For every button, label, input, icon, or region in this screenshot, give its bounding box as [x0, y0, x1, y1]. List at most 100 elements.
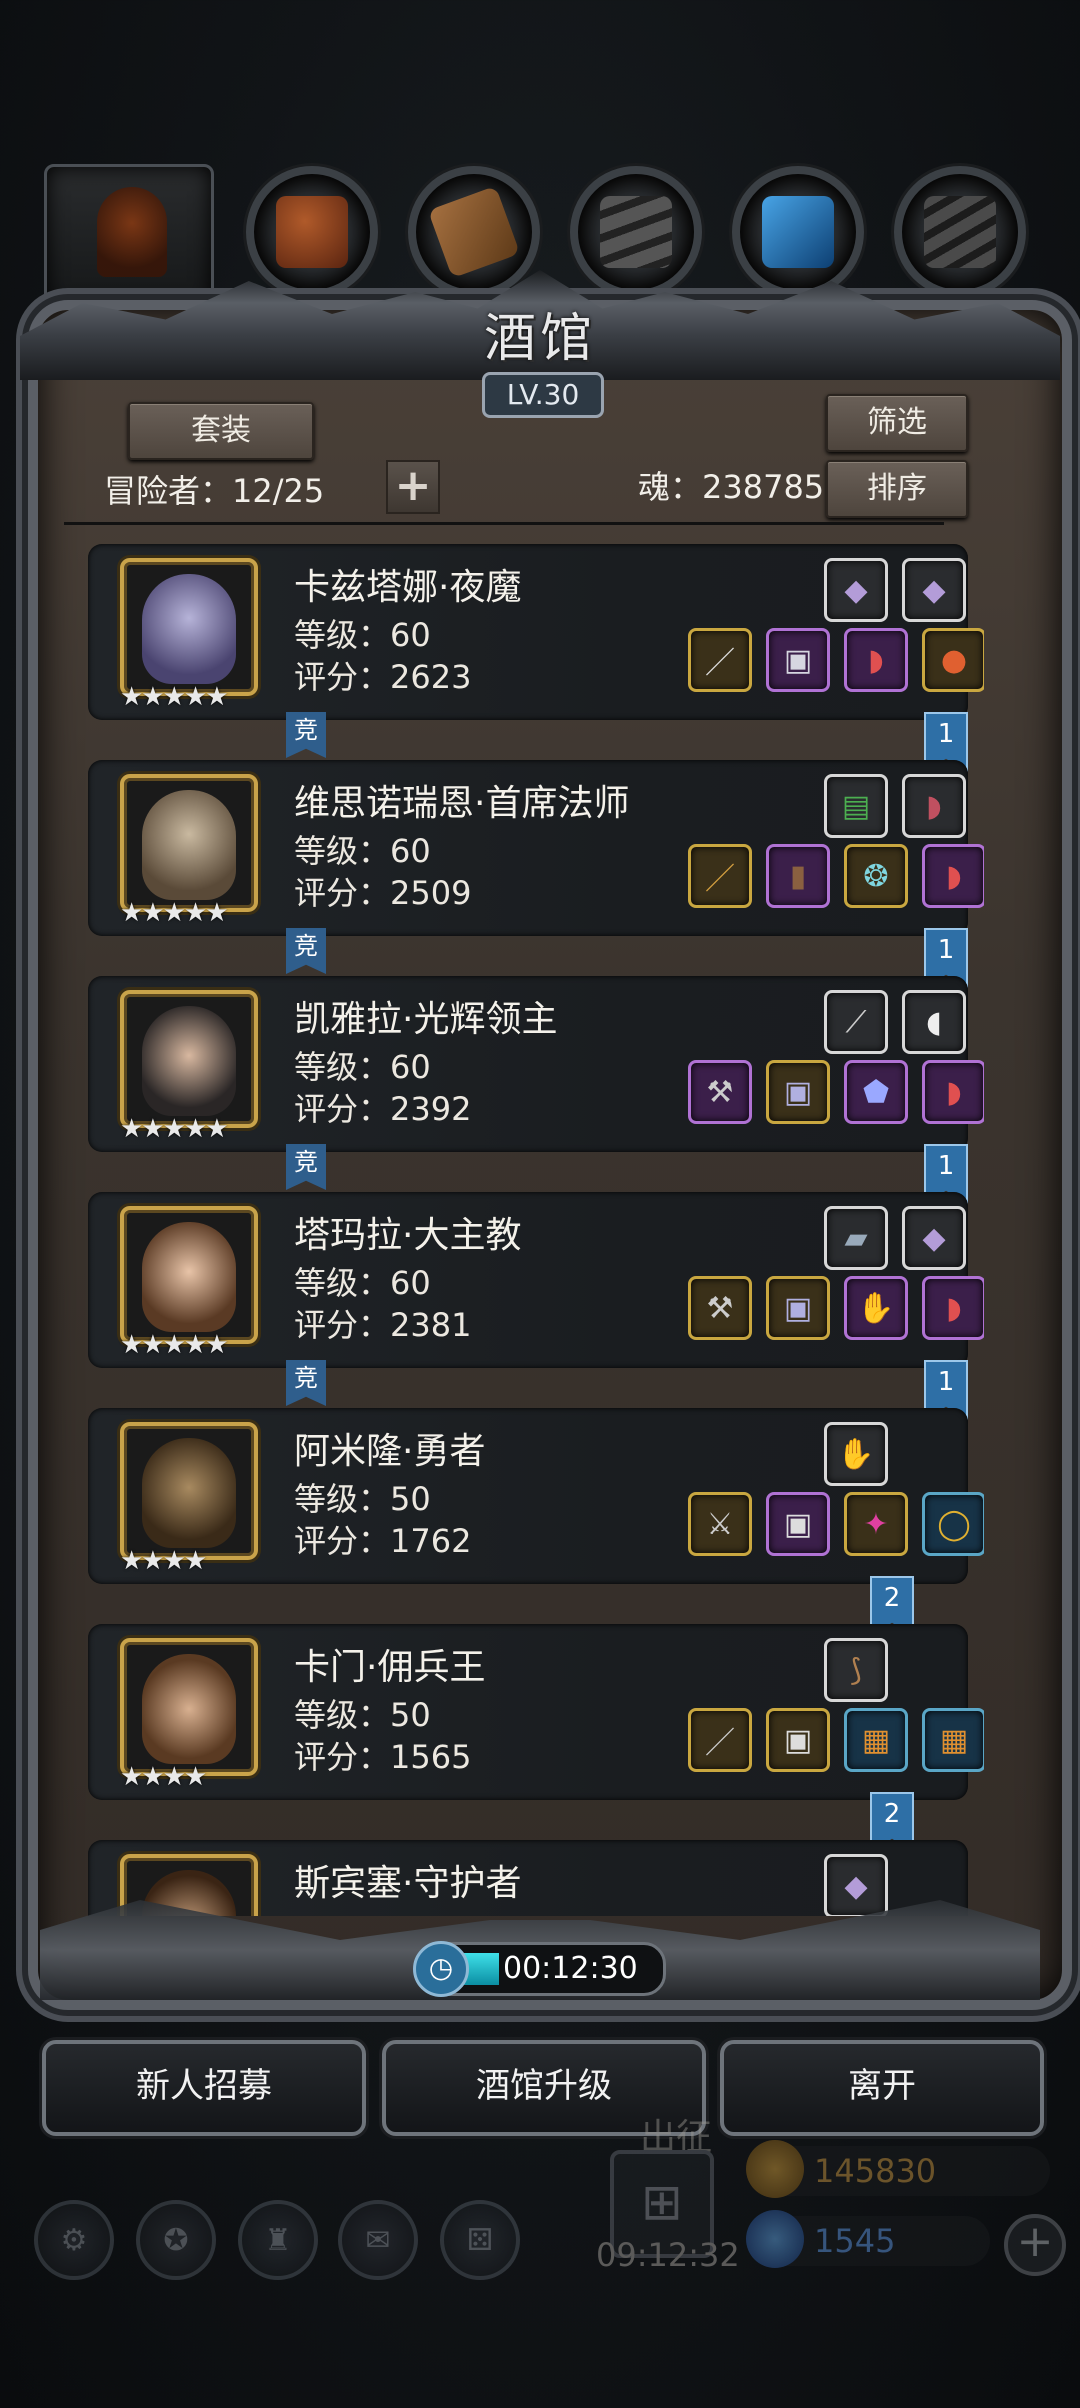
hero-name: 卡兹塔娜·夜魔	[294, 567, 522, 608]
accessory-slot[interactable]: ❂	[844, 844, 908, 908]
armor-slot[interactable]: ▣	[766, 1276, 830, 1340]
gem-icon	[746, 2210, 804, 2268]
star-rating: ★★★★★	[120, 1114, 229, 1144]
weapon-slot[interactable]: ⚒	[688, 1276, 752, 1340]
ring-slot[interactable]: ◯	[922, 1492, 984, 1556]
gloves-slot[interactable]: ✋	[824, 1422, 888, 1486]
armor-icon: ▣	[783, 1722, 813, 1758]
sort-button[interactable]: 排序	[826, 460, 968, 518]
star-rating: ★★★★★	[120, 898, 229, 928]
hero-score: 评分：2392	[294, 1090, 472, 1128]
dice-icon[interactable]: ⚄	[440, 2200, 520, 2280]
shield-slot[interactable]: ⬟	[844, 1060, 908, 1124]
hero-level: 等级：60	[294, 1048, 431, 1086]
weapon-slot[interactable]: ／	[688, 628, 752, 692]
helmet-slot[interactable]: ◗	[922, 1060, 984, 1124]
mail-icon[interactable]: ✉	[338, 2200, 418, 2280]
gem-slot[interactable]: ⟋	[824, 990, 888, 1054]
expand-capacity-button[interactable]: +	[386, 460, 440, 514]
hero-card[interactable]: ★★★★★ 凯雅拉·光辉领主 等级：60 评分：2392 ⟋ ◖ ⚒ ▣ ⬟ ◗	[88, 976, 984, 1152]
steel-icon	[924, 196, 996, 268]
tab-hero-category[interactable]	[44, 164, 214, 310]
armor-slot[interactable]: ▣	[766, 1060, 830, 1124]
tab-gear-iron[interactable]	[570, 166, 702, 298]
helmet-icon: ◗	[926, 788, 942, 824]
crystal-icon: ◆	[844, 1868, 868, 1904]
ring-icon: ●	[940, 642, 968, 678]
gloves-slot[interactable]: ✋	[844, 1276, 908, 1340]
hero-score: 评分：2381	[294, 1306, 472, 1344]
weapon-slot[interactable]: ／	[688, 844, 752, 908]
ring-slot[interactable]: ●	[922, 628, 984, 692]
bow-icon: ⟆	[850, 1652, 862, 1688]
tab-gear-wood[interactable]	[408, 166, 540, 298]
hero-card[interactable]: ★★★★ 卡门·佣兵王 等级：50 评分：1565 ⟆ ／ ▣ ▦ ▦	[88, 1624, 984, 1800]
hero-list[interactable]: ★★★★★ 卡兹塔娜·夜魔 等级：60 评分：2623 ◆ ◆ ／ ▣ ◗ ● …	[64, 530, 984, 1916]
hero-portrait	[120, 990, 258, 1128]
filter-button[interactable]: 筛选	[826, 394, 968, 452]
arena-tag: 竞	[286, 1144, 326, 1190]
tavern-level-badge: LV.30	[482, 372, 604, 418]
wood-icon	[427, 185, 521, 279]
divider	[64, 522, 944, 525]
hero-card[interactable]: ★★★★★ 卡兹塔娜·夜魔 等级：60 评分：2623 ◆ ◆ ／ ▣ ◗ ●	[88, 544, 984, 720]
arena-tag: 竞	[286, 712, 326, 758]
weapon-slot[interactable]: ／	[688, 1708, 752, 1772]
scroll-slot[interactable]: ▤	[824, 774, 888, 838]
helmet-slot[interactable]: ◗	[844, 628, 908, 692]
shield-icon: ⬟	[862, 1074, 890, 1110]
chest-icon: ▦	[861, 1722, 891, 1758]
hero-level: 等级：50	[294, 1480, 431, 1518]
castle-icon[interactable]: ♜	[238, 2200, 318, 2280]
staff-icon: ／	[705, 862, 735, 897]
gem-slot[interactable]: ◆	[824, 1854, 888, 1916]
glove-icon: ✋	[837, 1436, 875, 1472]
helmet-slot[interactable]: ◗	[922, 1276, 984, 1340]
add-currency-button[interactable]: +	[1004, 2214, 1066, 2276]
hero-card[interactable]: ★★★★ 阿米隆·勇者 等级：50 评分：1762 ✋ ⚔ ▣ ✦ ◯	[88, 1408, 984, 1584]
weapon-slot[interactable]: ⚒	[688, 1060, 752, 1124]
hero-card[interactable]: 斯宾塞·守护者 ◆	[88, 1840, 968, 1916]
gold-value: 145830	[814, 2152, 937, 2190]
tab-gear-crystal[interactable]	[732, 166, 864, 298]
gem-slot[interactable]: ◗	[902, 774, 966, 838]
gem-slot[interactable]: ◖	[902, 990, 966, 1054]
gem-value: 1545	[814, 2222, 896, 2260]
hero-name: 斯宾塞·守护者	[294, 1863, 522, 1904]
book-slot[interactable]: ▰	[824, 1206, 888, 1270]
armor-icon: ▣	[783, 1506, 813, 1542]
armor-slot[interactable]: ▣	[766, 1492, 830, 1556]
leave-button[interactable]: 离开	[720, 2040, 1044, 2136]
tab-gear-steel[interactable]	[894, 166, 1026, 298]
panel-title: 酒馆	[483, 309, 596, 369]
recruit-button[interactable]: 新人招募	[42, 2040, 366, 2136]
gem-slot[interactable]: ◆	[902, 558, 966, 622]
gem-slot[interactable]: ◆	[902, 1206, 966, 1270]
amulet-slot[interactable]: ✦	[844, 1492, 908, 1556]
helmet-slot[interactable]: ◗	[922, 844, 984, 908]
gold-counter: 145830	[746, 2140, 1050, 2198]
weapon-slot[interactable]: ⚔	[688, 1492, 752, 1556]
amulet-icon: ✦	[863, 1506, 889, 1542]
hero-portrait	[120, 1422, 258, 1560]
clock-icon: ◷	[413, 1941, 469, 1997]
armor-slot[interactable]: ▣	[766, 1708, 830, 1772]
hero-name: 卡门·佣兵王	[294, 1647, 486, 1688]
gem-slot[interactable]: ◆	[824, 558, 888, 622]
chest-slot[interactable]: ▦	[922, 1708, 984, 1772]
armor-icon: ▣	[783, 1074, 813, 1110]
armor-slot[interactable]: ▮	[766, 844, 830, 908]
hero-card[interactable]: ★★★★★ 维思诺瑞恩·首席法师 等级：60 评分：2509 ▤ ◗ ／ ▮ ❂…	[88, 760, 984, 936]
set-button[interactable]: 套装	[128, 402, 314, 460]
star-rating: ★★★★★	[120, 1330, 229, 1360]
crystal-icon: ◆	[922, 1220, 946, 1256]
settings-icon[interactable]: ⚙	[34, 2200, 114, 2280]
armor-slot[interactable]: ▣	[766, 628, 830, 692]
hero-score: 评分：2623	[294, 658, 472, 696]
hero-card[interactable]: ★★★★★ 塔玛拉·大主教 等级：60 评分：2381 ▰ ◆ ⚒ ▣ ✋ ◗	[88, 1192, 984, 1368]
hero-name: 塔玛拉·大主教	[294, 1215, 522, 1256]
chest-slot[interactable]: ▦	[844, 1708, 908, 1772]
tab-gear-helmet[interactable]	[246, 166, 378, 298]
achievement-icon[interactable]: ✪	[136, 2200, 216, 2280]
bow-slot[interactable]: ⟆	[824, 1638, 888, 1702]
